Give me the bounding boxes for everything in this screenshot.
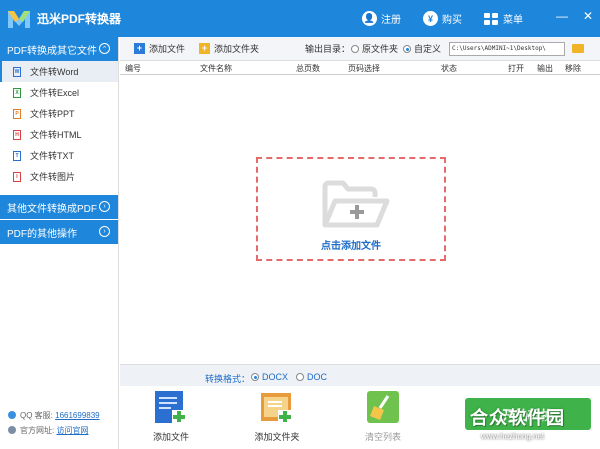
col-output: 输出 [537,64,553,73]
user-icon: 👤 [362,11,377,26]
app-title: 迅米PDF转换器 [37,12,122,26]
register-label: 注册 [381,15,401,26]
add-file-large-icon [154,390,188,424]
col-open: 打开 [508,64,524,73]
col-remove: 移除 [565,64,581,73]
contact-info: QQ 客服: 1661699839 官方网址: 访问官网 [8,408,100,438]
browse-folder-icon[interactable] [572,44,584,53]
col-index: 编号 [125,64,141,73]
sidebar-section-pdf-to-other[interactable]: PDF转换成其它文件 ⌃ [0,37,118,61]
word-file-icon: W [13,66,21,77]
output-original-option[interactable]: 原文件夹 [351,42,398,55]
add-file-icon: + [134,43,145,54]
format-doc-option[interactable]: DOC [296,372,327,382]
bottom-add-folder-button[interactable]: 添加文件夹 [242,390,312,443]
home-icon [8,426,16,434]
bottom-add-file-button[interactable]: 添加文件 [136,390,206,443]
sidebar: PDF转换成其它文件 ⌃ W 文件转Word X 文件转Excel P 文件转P… [0,37,119,449]
drop-zone-label: 点击添加文件 [321,241,381,252]
radio-icon [296,373,304,381]
format-docx-option[interactable]: DOCX [251,372,288,382]
sidebar-item-txt[interactable]: T 文件转TXT [0,145,118,166]
clear-list-button[interactable]: 清空列表 [348,390,418,443]
broom-icon [366,390,400,424]
sidebar-item-word[interactable]: W 文件转Word [0,61,118,82]
col-filename: 文件名称 [200,64,232,73]
excel-file-icon: X [13,87,21,98]
close-button[interactable]: ✕ [582,9,594,23]
col-pages: 总页数 [296,64,320,73]
sidebar-section-other-to-pdf[interactable]: 其他文件转换成PDF › [0,195,118,219]
output-dir-label: 输出目录： [305,44,351,54]
yen-icon: ¥ [423,11,438,26]
output-path-input[interactable]: C:\Users\ADMINI~1\Desktop\ [449,42,565,56]
output-custom-option[interactable]: 自定义 [403,42,441,55]
watermark-brand: 合众软件园 [470,408,565,428]
chevron-right-icon: › [99,226,110,237]
watermark-url: www.hezhong.net [481,432,545,441]
col-status: 状态 [441,64,457,73]
sidebar-item-excel[interactable]: X 文件转Excel [0,82,118,103]
radio-selected-icon [251,373,259,381]
sidebar-item-html[interactable]: H 文件转HTML [0,124,118,145]
qq-link[interactable]: 1661699839 [55,411,100,420]
title-bar: 迅米PDF转换器 👤 注册 ¥ 购买 菜单 — ✕ [0,0,600,37]
add-folder-icon: + [199,43,211,54]
html-file-icon: H [13,129,21,140]
add-file-button[interactable]: + 添加文件 [134,42,185,55]
sidebar-item-image[interactable]: I 文件转图片 [0,166,118,187]
format-bar: 转换格式： DOCX DOC [120,364,600,386]
drop-zone[interactable]: 点击添加文件 [256,157,446,261]
minimize-button[interactable]: — [556,9,568,23]
file-table-header: 编号 文件名称 总页数 页码选择 状态 打开 输出 移除 [120,61,600,75]
menu-label: 菜单 [503,15,523,26]
toolbar: + 添加文件 + 添加文件夹 输出目录： 原文件夹 自定义 C:\Users\A… [120,37,600,61]
radio-icon [351,45,359,53]
grid-menu-icon [484,12,498,25]
menu-button[interactable]: 菜单 [484,11,523,26]
folder-add-icon [311,175,391,233]
sidebar-section-pdf-other-ops[interactable]: PDF的其他操作 › [0,220,118,244]
sidebar-item-ppt[interactable]: P 文件转PPT [0,103,118,124]
add-folder-large-icon [260,390,294,424]
image-file-icon: I [13,171,21,182]
chevron-right-icon: › [99,201,110,212]
add-folder-button[interactable]: + 添加文件夹 [199,42,259,55]
register-button[interactable]: 👤 注册 [362,11,401,26]
ppt-file-icon: P [13,108,21,119]
buy-button[interactable]: ¥ 购买 [423,11,462,26]
website-link[interactable]: 访问官网 [56,426,88,435]
format-label: 转换格式： [205,374,251,384]
qq-icon [8,411,16,419]
txt-file-icon: T [13,150,21,161]
col-page-select: 页码选择 [348,64,380,73]
radio-selected-icon [403,45,411,53]
chevron-up-icon: ⌃ [99,43,110,54]
buy-label: 购买 [442,15,462,26]
app-logo-icon [6,8,32,30]
